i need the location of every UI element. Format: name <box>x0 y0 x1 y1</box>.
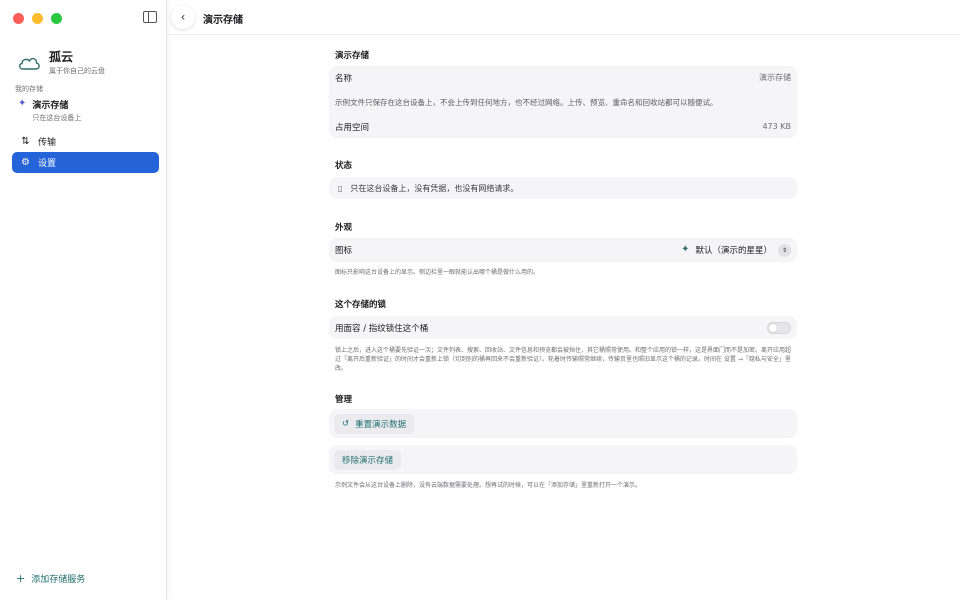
lock-card: 用面容 / 指纹锁住这个桶 <box>329 316 797 339</box>
cloud-icon <box>18 57 40 70</box>
sidebar-item-label: 设置 <box>38 159 57 169</box>
section-title-manage: 管理 <box>335 395 353 405</box>
zoom-window-button[interactable] <box>51 13 62 24</box>
reset-icon: ↺ <box>342 418 350 429</box>
storage-info-card: 名称 演示存储 示例文件只保存在这台设备上，不会上传到任何地方，也不经过网络。上… <box>329 66 797 138</box>
status-row: ▯ 只在这台设备上，没有凭据，也没有网络请求。 <box>329 177 797 199</box>
reset-demo-label: 重置演示数据 <box>355 419 407 430</box>
appearance-note: 图标只影响这台设备上的显示。侧边栏里一眼就能认出哪个桶是做什么用的。 <box>335 269 540 276</box>
icon-row: 图标 ✦ 默认（演示的星星） ⇕ <box>329 238 797 262</box>
add-storage-service-button[interactable]: + 添加存储服务 <box>16 572 85 585</box>
reset-card: ↺ 重置演示数据 <box>329 409 797 438</box>
plus-icon: + <box>16 572 26 585</box>
header-divider <box>167 34 960 35</box>
manage-note: 示例文件会从这台设备上删除，没有云端数据需要处理。想再试的时候，可以在「添加存储… <box>335 482 642 489</box>
app-window: 孤云 属于你自己的云盘 我的存储 ✦ 演示存储 只在这台设备上 ⇅ 传输 ⚙ 设… <box>0 0 960 600</box>
lock-row: 用面容 / 指纹锁住这个桶 <box>329 316 797 339</box>
icon-picker-value: 默认（演示的星星） <box>695 246 772 256</box>
storage-description: 示例文件只保存在这台设备上，不会上传到任何地方，也不经过网络。上传、预览、重命名… <box>335 97 718 107</box>
section-title-storage: 演示存储 <box>335 51 370 61</box>
space-label: 占用空间 <box>335 122 370 133</box>
my-storage-label: 我的存储 <box>15 85 43 93</box>
section-title-status: 状态 <box>335 161 353 171</box>
sidebar-item-transfer[interactable]: ⇅ 传输 <box>12 131 159 152</box>
section-title-appearance: 外观 <box>335 223 353 233</box>
app-brand: 孤云 属于你自己的云盘 <box>17 50 105 76</box>
name-value[interactable]: 演示存储 <box>759 72 791 83</box>
sparkle-icon: ✦ <box>681 244 690 255</box>
icon-picker[interactable]: ✦ 默认（演示的星星） ⇕ <box>681 243 791 257</box>
remove-demo-button[interactable]: 移除演示存储 <box>334 449 402 470</box>
app-tagline: 属于你自己的云盘 <box>49 67 105 75</box>
app-name: 孤云 <box>49 50 74 64</box>
space-value: 473 KB <box>762 122 791 131</box>
minimize-window-button[interactable] <box>32 13 43 24</box>
sparkle-icon: ✦ <box>18 98 27 109</box>
lock-toggle-label: 用面容 / 指纹锁住这个桶 <box>335 323 429 334</box>
name-label: 名称 <box>335 73 353 84</box>
chevron-left-icon: ‹ <box>180 10 186 24</box>
reset-demo-button[interactable]: ↺ 重置演示数据 <box>334 413 415 434</box>
appearance-card: 图标 ✦ 默认（演示的星星） ⇕ <box>329 238 797 262</box>
status-card: ▯ 只在这台设备上，没有凭据，也没有网络请求。 <box>329 177 797 199</box>
space-row: 占用空间 473 KB <box>329 115 797 138</box>
sidebar-item-settings[interactable]: ⚙ 设置 <box>12 152 159 173</box>
remove-demo-label: 移除演示存储 <box>342 455 394 466</box>
storage-subtitle: 只在这台设备上 <box>32 114 82 122</box>
sidebar-item-label: 传输 <box>38 138 57 148</box>
arrows-up-down-icon: ⇅ <box>21 136 30 147</box>
remove-card: 移除演示存储 <box>329 445 797 474</box>
name-row: 名称 演示存储 <box>329 66 797 89</box>
sidebar-toggle-icon[interactable] <box>143 11 157 23</box>
icon-label: 图标 <box>335 246 353 256</box>
page-title: 演示存储 <box>203 15 243 26</box>
storage-name: 演示存储 <box>32 101 69 111</box>
lock-toggle[interactable] <box>767 321 791 334</box>
sidebar: 孤云 属于你自己的云盘 我的存储 ✦ 演示存储 只在这台设备上 ⇅ 传输 ⚙ 设… <box>0 0 167 600</box>
chevron-up-down-icon: ⇕ <box>778 243 791 257</box>
device-icon: ▯ <box>338 183 343 193</box>
window-controls <box>13 13 62 24</box>
status-text: 只在这台设备上，没有凭据，也没有网络请求。 <box>350 183 519 193</box>
lock-note: 锁上之后，进入这个桶要先验证一次；文件列表、搜索、回收站、文件信息和预览都会被挡… <box>335 347 792 372</box>
close-window-button[interactable] <box>13 13 24 24</box>
sidebar-item-demo-storage[interactable]: ✦ 演示存储 只在这台设备上 <box>18 98 81 123</box>
back-button[interactable]: ‹ <box>171 5 195 29</box>
add-storage-service-label: 添加存储服务 <box>31 575 86 585</box>
section-title-lock: 这个存储的锁 <box>335 300 387 310</box>
gear-icon: ⚙ <box>21 157 30 168</box>
